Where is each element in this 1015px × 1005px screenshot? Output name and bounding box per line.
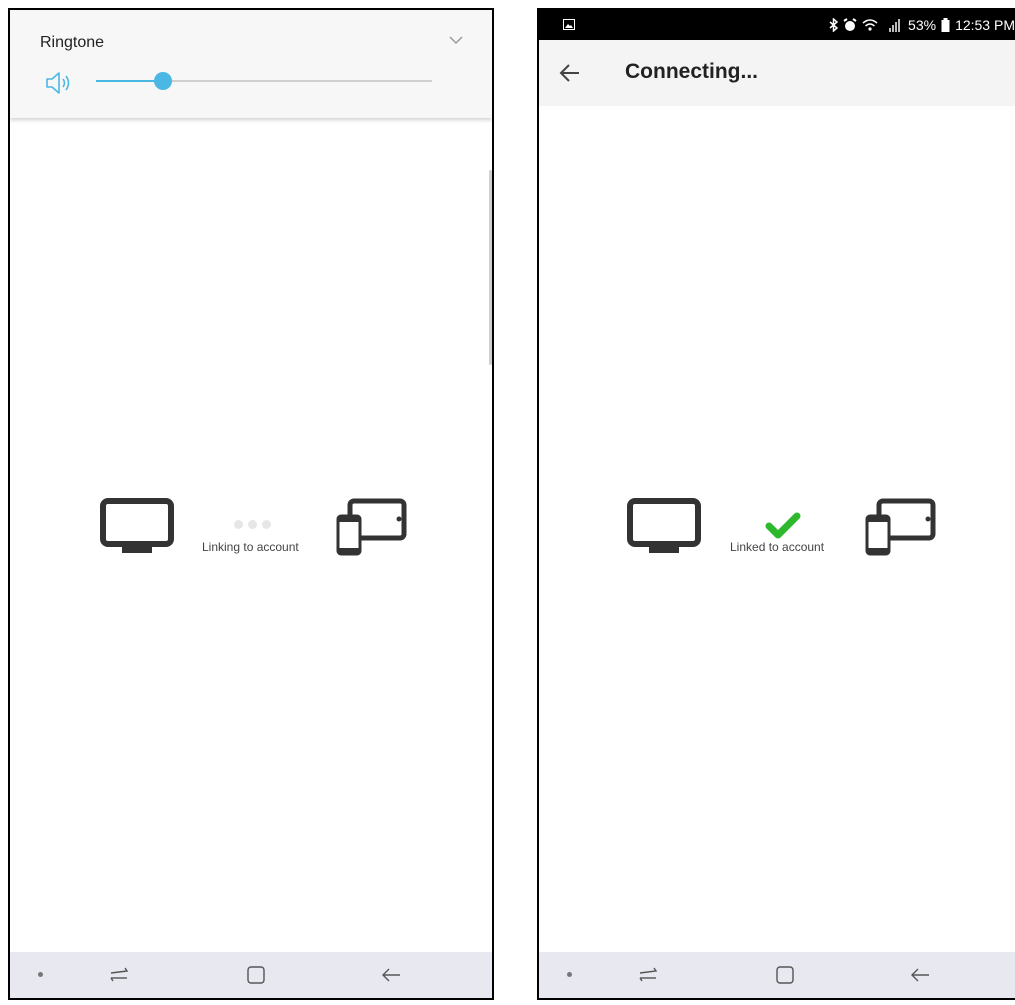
linking-status-text: Linking to account [202, 540, 299, 554]
nav-dot-icon [38, 972, 43, 977]
status-time: 12:53 PM [955, 17, 1015, 33]
recents-icon[interactable] [637, 965, 659, 985]
scrollbar[interactable] [489, 170, 492, 365]
bluetooth-icon [829, 18, 839, 32]
navigation-bar [10, 952, 492, 998]
battery-icon [941, 18, 950, 32]
loading-dots-icon [234, 520, 271, 529]
wifi-icon [862, 19, 878, 31]
volume-stream-label: Ringtone [40, 34, 105, 51]
page-title: Connecting... [625, 60, 758, 83]
monitor-icon [100, 498, 174, 553]
phone-screen-linking: Ringtone Linking to account [8, 8, 494, 1000]
volume-panel: Ringtone [10, 10, 492, 118]
checkmark-icon [765, 512, 801, 539]
gallery-icon [563, 19, 575, 30]
recents-icon[interactable] [108, 965, 130, 985]
chevron-down-icon[interactable] [448, 32, 464, 48]
phone-screen-connecting: 53% 12:53 PM Connecting... Linked to acc… [537, 8, 1015, 1000]
volume-slider-thumb[interactable] [154, 72, 173, 90]
battery-percent: 53% [908, 17, 937, 33]
monitor-icon [627, 498, 701, 553]
status-icons: 53% 12:53 PM [829, 15, 1015, 35]
linking-status-text: Linked to account [730, 540, 825, 554]
status-bar: 53% 12:53 PM [539, 10, 1015, 40]
tablet-phone-icon [336, 498, 407, 556]
alarm-icon [843, 18, 857, 31]
tablet-phone-icon [865, 498, 936, 556]
nav-dot-icon [567, 972, 572, 977]
volume-slider[interactable] [96, 72, 432, 90]
nav-back-icon[interactable] [909, 965, 931, 985]
navigation-bar [539, 952, 1015, 998]
app-bar: Connecting... [539, 40, 1015, 106]
back-arrow-icon[interactable] [559, 62, 581, 84]
signal-icon [889, 19, 901, 32]
home-icon[interactable] [775, 965, 795, 985]
nav-back-icon[interactable] [380, 965, 402, 985]
volume-slider-fill [96, 80, 164, 82]
speaker-icon[interactable] [44, 70, 74, 96]
home-icon[interactable] [246, 965, 266, 985]
